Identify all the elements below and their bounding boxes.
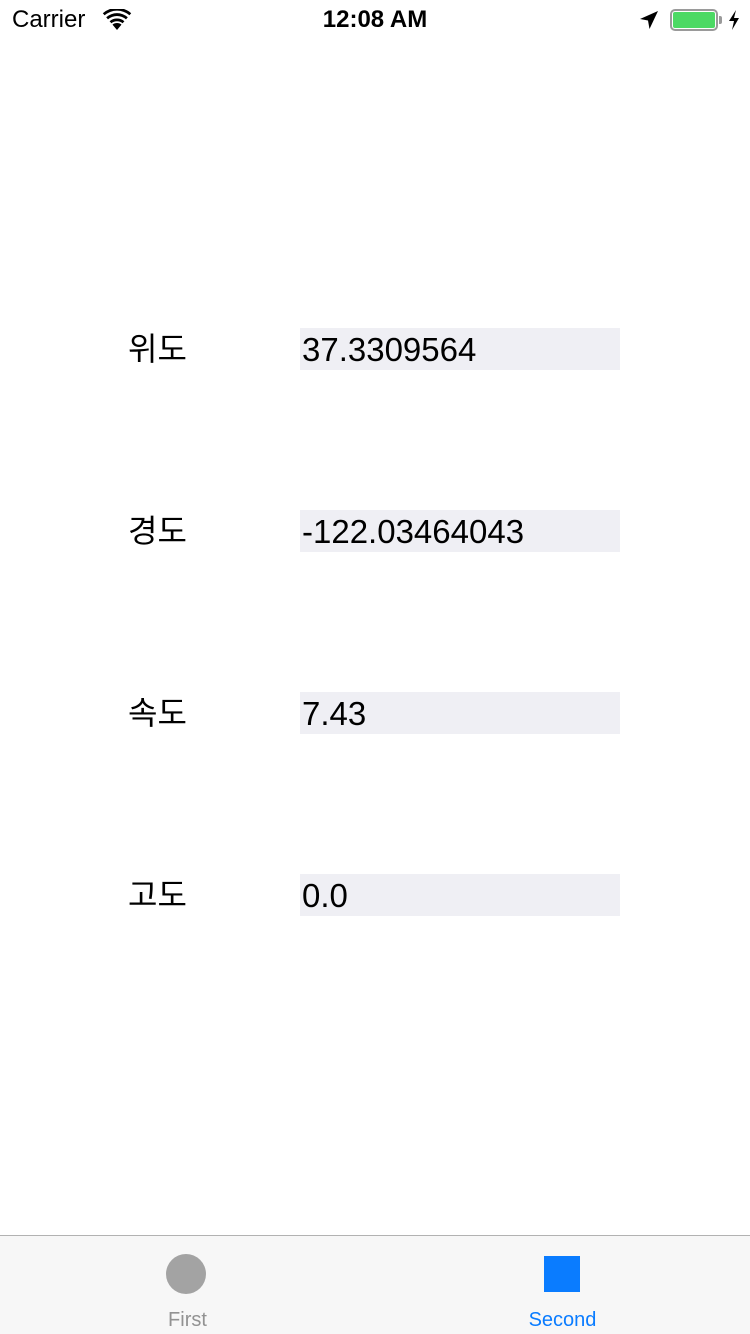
tab-bar: First Second (0, 1235, 750, 1334)
altitude-row: 고도 0.0 (0, 874, 750, 916)
battery-fill (673, 12, 715, 28)
longitude-row: 경도 -122.03464043 (0, 510, 750, 552)
speed-label: 속도 (128, 695, 187, 731)
latitude-label: 위도 (128, 331, 187, 367)
charging-bolt-icon (729, 10, 739, 30)
longitude-field[interactable]: -122.03464043 (300, 510, 620, 552)
altitude-field[interactable]: 0.0 (300, 874, 620, 916)
latitude-field[interactable]: 37.3309564 (300, 328, 620, 370)
screen: Carrier 12:08 AM 위도 37.3309564 경도 -122.0… (0, 0, 750, 1334)
tab-second-label: Second (528, 1309, 597, 1331)
speed-field[interactable]: 7.43 (300, 692, 620, 734)
tab-first[interactable]: First (0, 1236, 375, 1334)
longitude-label: 경도 (128, 513, 187, 549)
latitude-row: 위도 37.3309564 (0, 328, 750, 370)
speed-row: 속도 7.43 (0, 692, 750, 734)
battery-nub (719, 16, 722, 24)
location-arrow-icon (640, 11, 658, 29)
battery-icon (670, 9, 722, 31)
square-icon (544, 1256, 580, 1292)
circle-icon (166, 1254, 206, 1294)
tab-first-label: First (168, 1309, 207, 1331)
status-bar: Carrier 12:08 AM (0, 0, 750, 40)
altitude-label: 고도 (128, 877, 187, 913)
tab-second[interactable]: Second (375, 1236, 750, 1334)
